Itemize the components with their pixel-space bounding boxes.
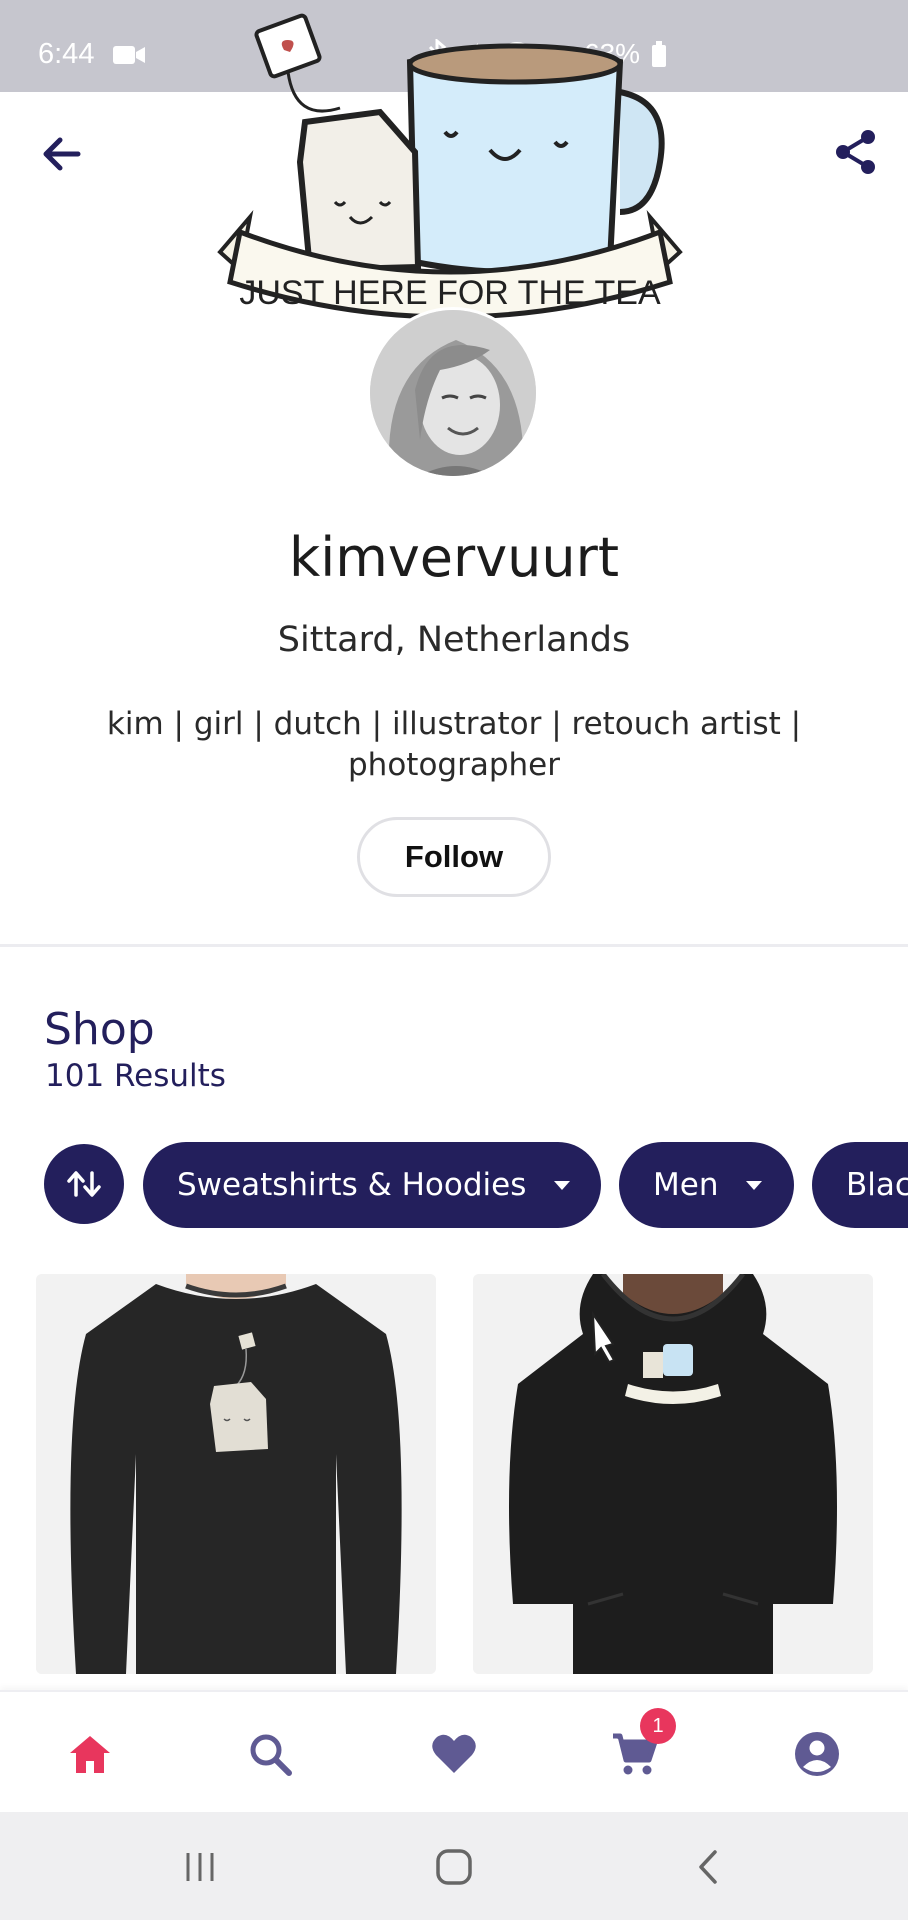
cart-badge: 1 xyxy=(640,1708,676,1744)
signal-icon xyxy=(547,47,567,67)
nav-favorites[interactable] xyxy=(424,1724,484,1784)
chevron-down-icon xyxy=(746,1180,763,1190)
nav-cart[interactable]: 1 xyxy=(604,1708,676,1784)
system-navigation xyxy=(0,1812,908,1920)
nav-search[interactable] xyxy=(240,1724,300,1784)
home-icon xyxy=(70,1736,110,1773)
battery-percent: 63% xyxy=(584,38,641,69)
username: kimvervuurt xyxy=(288,526,620,589)
product-card[interactable] xyxy=(36,1274,436,1674)
filter-bar: Sweatshirts & Hoodies Men Blac xyxy=(0,1142,908,1230)
filter-chip-label: Blac xyxy=(846,1167,908,1203)
shop-title: Shop xyxy=(44,1004,155,1055)
filter-chip-gender[interactable]: Men xyxy=(619,1142,794,1228)
battery-icon xyxy=(652,41,667,67)
mute-icon xyxy=(464,43,490,65)
chevron-left-icon xyxy=(699,1850,717,1884)
avatar xyxy=(367,307,539,479)
recents-icon xyxy=(186,1853,214,1881)
location: Sittard, Netherlands xyxy=(277,620,631,660)
recents-button[interactable] xyxy=(170,1842,230,1892)
home-outline-icon xyxy=(436,1849,472,1885)
bio: kim | girl | dutch | illustrator | retou… xyxy=(106,706,802,783)
home-button[interactable] xyxy=(424,1842,484,1892)
arrow-left-icon xyxy=(43,137,81,171)
video-camera-icon xyxy=(113,46,145,64)
heart-icon xyxy=(432,1734,476,1773)
product-image xyxy=(36,1274,436,1674)
nav-home[interactable] xyxy=(60,1724,120,1784)
divider xyxy=(0,944,908,947)
account-icon xyxy=(795,1732,839,1776)
avatar-photo xyxy=(370,310,536,476)
filter-chip-label: Sweatshirts & Hoodies xyxy=(177,1167,527,1203)
sort-button[interactable] xyxy=(44,1144,124,1224)
results-count: 101 Results xyxy=(45,1058,226,1094)
follow-button[interactable]: Follow xyxy=(357,817,551,897)
product-card[interactable] xyxy=(473,1274,873,1674)
filter-chip-category[interactable]: Sweatshirts & Hoodies xyxy=(143,1142,601,1228)
share-button[interactable] xyxy=(830,126,882,178)
system-back-button[interactable] xyxy=(678,1842,738,1892)
wifi-icon xyxy=(501,42,533,66)
bluetooth-icon xyxy=(428,39,447,69)
product-image xyxy=(473,1274,873,1674)
filter-chip-label: Men xyxy=(653,1167,719,1203)
chevron-down-icon xyxy=(554,1180,571,1190)
status-bar: 6:44 63% xyxy=(0,0,908,92)
search-icon xyxy=(250,1734,292,1776)
filter-chip-color[interactable]: Blac xyxy=(812,1142,908,1228)
sort-arrows-icon xyxy=(67,1171,101,1197)
status-time: 6:44 xyxy=(38,38,95,70)
status-icons: 63% xyxy=(426,38,668,70)
bottom-navigation: 1 xyxy=(0,1690,908,1812)
nav-account[interactable] xyxy=(787,1724,847,1784)
share-icon xyxy=(836,130,875,174)
back-button[interactable] xyxy=(36,128,88,180)
